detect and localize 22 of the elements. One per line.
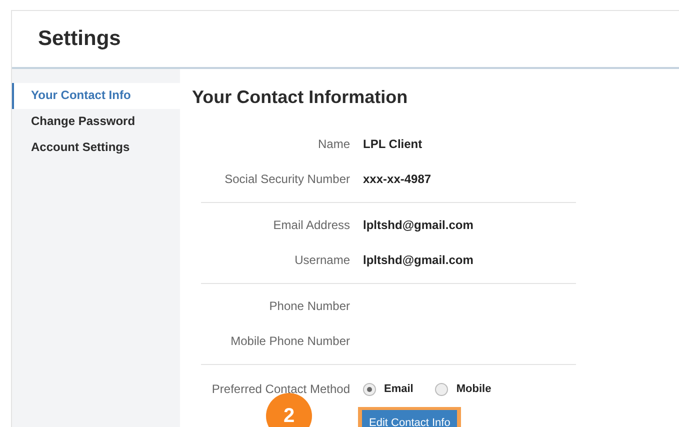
field-label: Preferred Contact Method (210, 382, 350, 396)
section-title: Your Contact Information (192, 87, 409, 108)
sidebar-item[interactable]: Change Password (12, 109, 180, 135)
field-label: Phone Number (268, 298, 350, 312)
field-value: lpltshd@gmail.com (363, 218, 474, 232)
field-label: Username (294, 252, 350, 266)
radio-label: Email (384, 383, 414, 395)
field-value: lpltshd@gmail.com (363, 252, 474, 266)
sidebar-item[interactable]: Your Contact Info (12, 83, 180, 109)
edit-contact-button[interactable]: Edit Contact Info (362, 410, 458, 427)
radio-button[interactable] (435, 382, 448, 396)
field-label: Email Address (272, 218, 350, 232)
field-label: Mobile Phone Number (230, 334, 350, 348)
field-label: Social Security Number (224, 172, 350, 186)
sidebar-item[interactable]: Account Settings (12, 135, 180, 161)
page-title: Settings (38, 27, 121, 51)
field-value: xxx-xx-4987 (363, 172, 432, 186)
radio-label: Mobile (456, 383, 492, 395)
radio-button[interactable] (363, 382, 376, 396)
field-value: LPL Client (363, 136, 422, 150)
field-label: Name (316, 136, 350, 150)
step-badge: 2 (266, 393, 312, 427)
